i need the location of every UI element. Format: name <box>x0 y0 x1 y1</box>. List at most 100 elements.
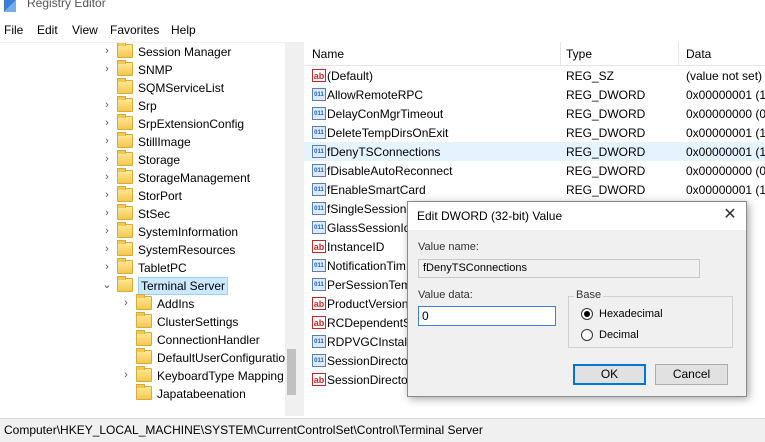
menu-edit[interactable]: Edit <box>37 23 58 37</box>
window-title: Registry Editor <box>27 0 106 10</box>
tree-item-label: SystemResources <box>138 243 236 257</box>
string-value-icon: ab <box>312 316 326 329</box>
tree-scroll-thumb[interactable] <box>287 349 296 395</box>
tree-item[interactable]: Japatabeenation <box>0 384 285 403</box>
tree-item-label: AddIns <box>157 297 195 311</box>
tree-item-label: Session Manager <box>138 45 232 59</box>
folder-icon <box>136 366 152 382</box>
chevron-right-icon[interactable]: › <box>102 225 112 237</box>
value-type-cell: REG_DWORD <box>566 107 646 121</box>
chevron-right-icon[interactable]: › <box>102 171 112 183</box>
tree-item[interactable]: › TabletPC <box>0 258 285 277</box>
column-name-header[interactable]: Name <box>312 47 344 61</box>
menu-favorites[interactable]: Favorites <box>110 23 159 37</box>
column-data-header[interactable]: Data <box>686 47 711 61</box>
tree-item[interactable]: › SystemInformation <box>0 222 285 241</box>
cancel-button[interactable]: Cancel <box>655 364 728 385</box>
decimal-label[interactable]: Decimal <box>599 329 639 341</box>
tree-item[interactable]: › Storage <box>0 150 285 169</box>
dialog-title-bar: Edit DWORD (32-bit) Value ✕ <box>408 202 746 230</box>
dword-value-icon: 011 <box>312 126 326 139</box>
tree-item[interactable]: › StorPort <box>0 186 285 205</box>
chevron-right-icon <box>121 333 131 345</box>
tree-item[interactable]: › Srp <box>0 96 285 115</box>
chevron-right-icon[interactable]: › <box>102 189 112 201</box>
chevron-right-icon[interactable]: › <box>102 261 112 273</box>
tree-item-label: StillImage <box>138 135 191 149</box>
tree-item[interactable]: › SNMP <box>0 60 285 79</box>
hexadecimal-radio[interactable] <box>581 308 593 320</box>
dword-value-icon: 011 <box>312 183 326 196</box>
close-icon[interactable]: ✕ <box>722 207 738 223</box>
folder-icon <box>117 132 133 148</box>
tree-item-label: SQMServiceList <box>138 81 225 95</box>
value-name-label: Value name: <box>418 241 479 253</box>
base-group <box>568 296 733 348</box>
chevron-right-icon[interactable]: › <box>121 369 131 381</box>
chevron-down-icon[interactable]: ⌄ <box>102 279 112 291</box>
dword-value-icon: 011 <box>312 278 326 291</box>
tree-item[interactable]: › SystemResources <box>0 240 285 259</box>
tree-item[interactable]: › StSec <box>0 204 285 223</box>
chevron-right-icon[interactable]: › <box>102 135 112 147</box>
folder-icon <box>136 312 152 328</box>
folder-icon <box>136 348 152 364</box>
list-row[interactable]: 011 DeleteTempDirsOnExit REG_DWORD 0x000000… <box>304 123 765 142</box>
tree-item[interactable]: › AddIns <box>0 294 285 313</box>
tree-item[interactable]: ClusterSettings <box>0 312 285 331</box>
column-type-header[interactable]: Type <box>566 47 592 61</box>
tree-item[interactable]: DefaultUserConfiguratio <box>0 348 286 367</box>
value-type-cell: REG_DWORD <box>566 126 646 140</box>
folder-icon <box>117 114 133 130</box>
value-data-input[interactable] <box>418 306 556 326</box>
value-data-label: Value data: <box>418 289 473 301</box>
chevron-right-icon[interactable]: › <box>102 117 112 129</box>
tree-item-label: DefaultUserConfiguratio <box>157 351 286 365</box>
tree-item[interactable]: ConnectionHandler <box>0 330 285 349</box>
folder-icon <box>136 294 152 310</box>
list-row[interactable]: 011 DelayConMgrTimeout REG_DWORD 0x00000000… <box>304 104 765 123</box>
hexadecimal-label[interactable]: Hexadecimal <box>599 308 663 320</box>
chevron-right-icon[interactable]: › <box>102 243 112 255</box>
value-name-field: fDenyTSConnections <box>418 259 700 278</box>
value-data-cell: 0x00000001 (1) <box>686 183 765 197</box>
value-type-cell: REG_DWORD <box>566 164 646 178</box>
folder-icon <box>117 96 133 112</box>
tree-item-label: ConnectionHandler <box>157 333 260 347</box>
dialog-title: Edit DWORD (32-bit) Value <box>417 209 563 223</box>
ok-button[interactable]: OK <box>573 364 646 385</box>
tree-item-label: StorageManagement <box>138 171 251 185</box>
tree-item-label: SystemInformation <box>138 225 239 239</box>
status-path: Computer\HKEY_LOCAL_MACHINE\SYSTEM\Curre… <box>4 423 483 437</box>
column-divider[interactable] <box>678 42 679 66</box>
tree-item[interactable]: ⌄ Terminal Server <box>0 276 285 295</box>
list-row[interactable]: 011 AllowRemoteRPC REG_DWORD 0x00000001 (1) <box>304 85 765 104</box>
tree-item[interactable]: › KeyboardType Mapping <box>0 366 285 385</box>
list-row[interactable]: ab (Default) REG_SZ (value not set) <box>304 66 765 85</box>
chevron-right-icon[interactable]: › <box>121 297 131 309</box>
tree-item[interactable]: › StillImage <box>0 132 285 151</box>
tree-item[interactable]: SQMServiceList <box>0 78 285 97</box>
chevron-right-icon[interactable]: › <box>102 45 112 57</box>
folder-icon <box>136 384 152 400</box>
title-bar: Registry Editor <box>0 0 765 18</box>
tree-item[interactable]: › SrpExtensionConfig <box>0 114 285 133</box>
chevron-right-icon[interactable]: › <box>102 207 112 219</box>
tree-item-label: Japatabeenation <box>157 387 246 401</box>
chevron-right-icon[interactable]: › <box>102 99 112 111</box>
string-value-icon: ab <box>312 297 326 310</box>
list-row[interactable]: 011 fDisableAutoReconnect REG_DWORD 0x00000… <box>304 161 765 180</box>
menu-help[interactable]: Help <box>171 23 196 37</box>
column-divider[interactable] <box>560 42 561 66</box>
menu-file[interactable]: File <box>4 23 23 37</box>
chevron-right-icon[interactable]: › <box>102 153 112 165</box>
menu-view[interactable]: View <box>72 23 98 37</box>
tree-item[interactable]: › Session Manager <box>0 43 285 61</box>
tree-item[interactable]: › StorageManagement <box>0 168 285 187</box>
chevron-right-icon[interactable]: › <box>102 63 112 75</box>
registry-key-tree[interactable]: › Session Manager › SNMP SQMServiceList › Srp ›… <box>0 42 298 416</box>
tree-vertical-scrollbar[interactable] <box>285 43 298 416</box>
decimal-radio[interactable] <box>581 329 593 341</box>
list-row[interactable]: 011 fDenyTSConnections REG_DWORD 0x00000001… <box>304 142 765 161</box>
list-row[interactable]: 011 fEnableSmartCard REG_DWORD 0x00000001 (… <box>304 180 765 199</box>
